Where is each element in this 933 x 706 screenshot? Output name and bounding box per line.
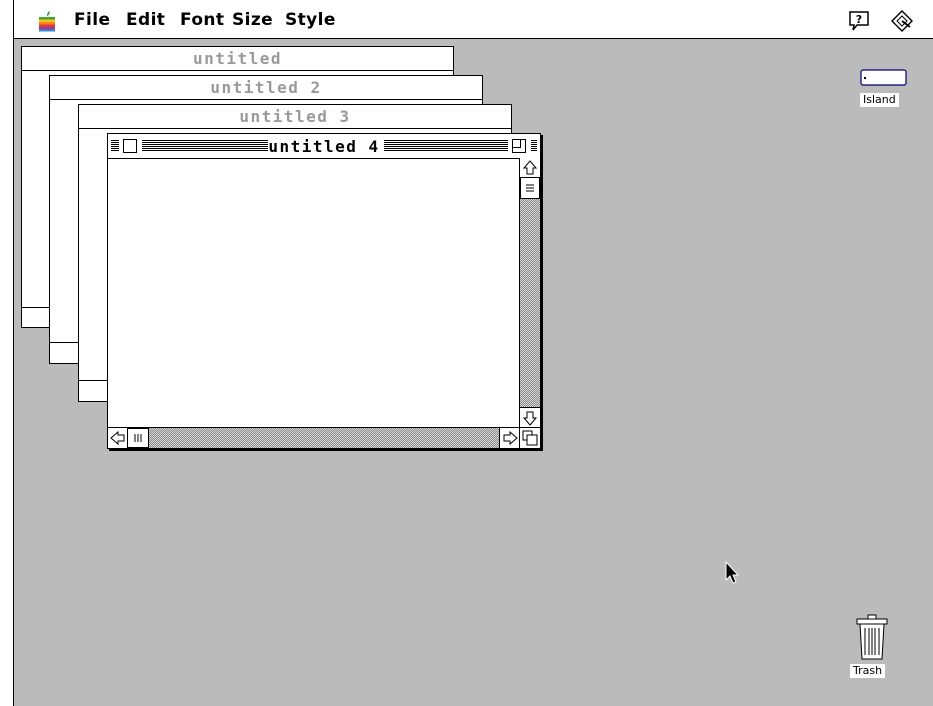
menu-edit[interactable]: Edit	[126, 9, 165, 31]
scroll-left-arrow-icon[interactable]	[108, 428, 128, 448]
trash-label[interactable]: Trash	[850, 664, 886, 678]
menu-style[interactable]: Style	[285, 9, 336, 31]
disk-icon[interactable]	[860, 69, 908, 87]
horizontal-scrollbar[interactable]	[108, 427, 519, 448]
application-menu-icon[interactable]	[890, 9, 914, 33]
window-title: untitled 4	[268, 137, 380, 156]
desktop[interactable]: File Edit Font Size Style ? untitled unt…	[14, 0, 933, 706]
window-title-bar[interactable]: untitled 4	[108, 134, 540, 159]
scroll-down-arrow-icon[interactable]	[520, 407, 540, 427]
window-title: untitled	[192, 49, 283, 68]
window-title-bar[interactable]: untitled 3	[79, 105, 511, 129]
mouse-pointer-icon	[725, 561, 740, 584]
menu-file[interactable]: File	[74, 9, 110, 31]
scroll-up-arrow-icon[interactable]	[520, 158, 540, 178]
document-content[interactable]	[108, 159, 519, 427]
window-untitled-4[interactable]: untitled 4	[107, 133, 541, 449]
trash-icon[interactable]	[854, 613, 890, 661]
window-title: untitled 3	[239, 107, 351, 126]
horizontal-scroll-thumb[interactable]	[127, 428, 149, 448]
balloon-help-icon[interactable]: ?	[847, 10, 871, 32]
apple-menu-icon[interactable]	[38, 10, 56, 32]
window-title: untitled 2	[210, 78, 322, 97]
scroll-right-arrow-icon[interactable]	[499, 428, 519, 448]
window-title-bar[interactable]: untitled 2	[50, 76, 482, 100]
disk-label[interactable]: Island	[860, 93, 899, 107]
menu-bar: File Edit Font Size Style ?	[14, 0, 933, 39]
vertical-scroll-thumb[interactable]	[520, 177, 540, 199]
window-title-bar[interactable]: untitled	[22, 47, 453, 71]
size-box-icon[interactable]	[519, 427, 540, 448]
menu-font[interactable]: Font	[180, 9, 224, 31]
svg-text:?: ?	[856, 13, 862, 26]
menu-size[interactable]: Size	[232, 9, 273, 31]
vertical-scrollbar[interactable]	[519, 158, 540, 427]
